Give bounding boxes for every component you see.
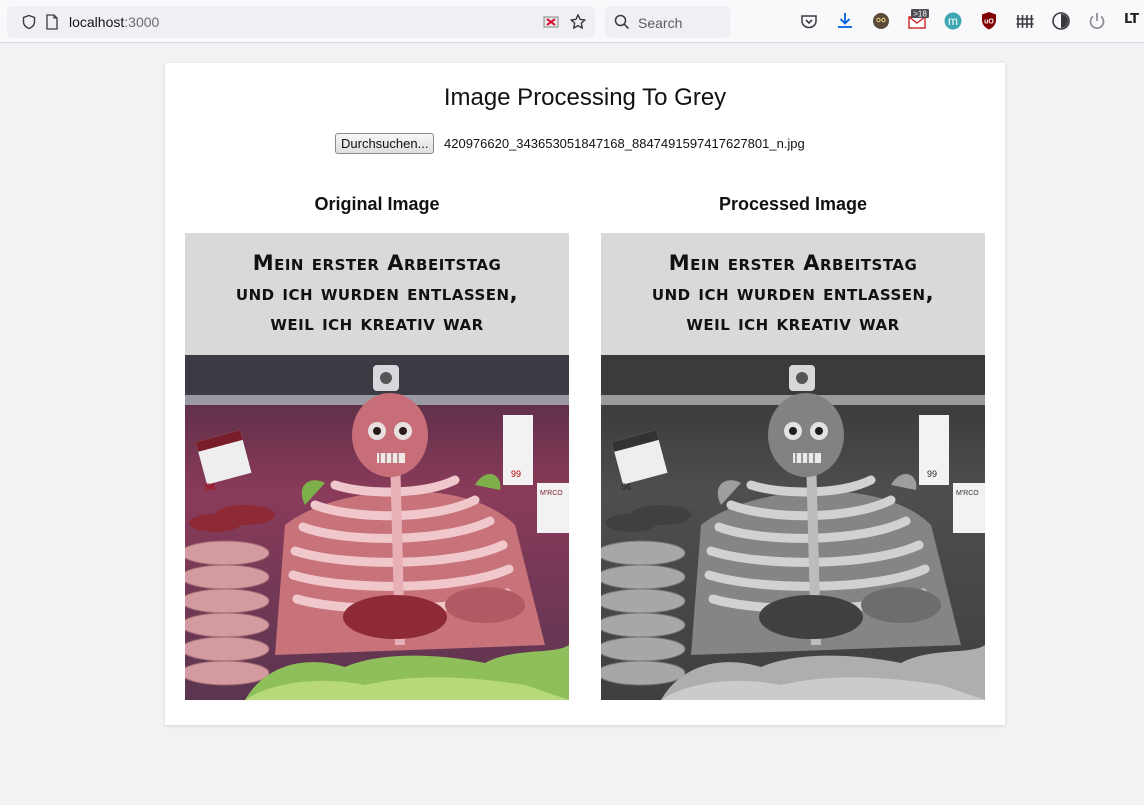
meme-caption-area-processed: Mein erster Arbeitstag und ich wurden en… bbox=[601, 233, 985, 355]
brand-sign: M'RCO bbox=[540, 490, 563, 497]
search-icon bbox=[614, 14, 630, 35]
page-icon bbox=[45, 14, 59, 35]
m-avatar-icon[interactable]: m bbox=[943, 11, 963, 31]
processed-image: Mein erster Arbeitstag und ich wurden en… bbox=[601, 233, 985, 700]
meme-caption-line1-processed: Mein erster Arbeitstag bbox=[668, 251, 918, 275]
original-image-heading: Original Image bbox=[314, 194, 440, 214]
fence-extension-icon[interactable] bbox=[1015, 11, 1035, 31]
url-text[interactable]: localhost:3000 bbox=[69, 14, 159, 30]
download-icon[interactable] bbox=[835, 11, 855, 31]
processed-image-heading: Processed Image bbox=[718, 194, 868, 214]
ublock-origin-icon[interactable]: uO bbox=[979, 11, 999, 31]
meme-caption-line2: und ich wurden entlassen, bbox=[235, 281, 519, 305]
selected-file-name: 420976620_343653051847168_88474915974176… bbox=[444, 136, 805, 151]
page-title: Image Processing To Grey bbox=[443, 84, 727, 111]
bookmark-star-icon[interactable] bbox=[569, 13, 587, 36]
pocket-icon[interactable] bbox=[799, 11, 819, 31]
file-input[interactable]: Durchsuchen... 420976620_343653051847168… bbox=[335, 133, 835, 155]
autoplay-blocked-icon[interactable] bbox=[543, 14, 559, 35]
privacy-badger-icon[interactable] bbox=[1051, 11, 1071, 31]
meme-caption-area: Mein erster Arbeitstag und ich wurden en… bbox=[185, 233, 569, 355]
main-card: Image Processing To Grey Durchsuchen... … bbox=[165, 63, 1005, 725]
address-bar[interactable]: localhost:3000 bbox=[7, 6, 595, 38]
age-badge-mail-icon[interactable]: >18 bbox=[907, 9, 929, 29]
browse-button[interactable]: Durchsuchen... bbox=[335, 133, 435, 154]
meme-caption-line3: weil ich kreativ war bbox=[270, 311, 484, 335]
search-bar[interactable]: Search bbox=[605, 6, 730, 38]
age-badge-text: >18 bbox=[913, 10, 927, 19]
power-icon[interactable] bbox=[1087, 11, 1107, 31]
price-tag-56-grey: 56 bbox=[621, 482, 631, 492]
original-image: Mein erster Arbeitstag und ich wurden en… bbox=[185, 233, 569, 700]
meat-counter-photo: 99 56 M'RCO bbox=[185, 355, 569, 700]
search-placeholder: Search bbox=[638, 15, 683, 31]
ublock-text: uO bbox=[984, 19, 994, 26]
avatar-letter: m bbox=[948, 14, 958, 28]
meat-counter-photo-grey: 99 56 M'RCO bbox=[601, 355, 985, 700]
shield-icon[interactable] bbox=[21, 14, 37, 35]
meme-caption-line1: Mein erster Arbeitstag bbox=[252, 251, 502, 275]
brand-sign-grey: M'RCO bbox=[956, 490, 979, 497]
meme-caption-line3-processed: weil ich kreativ war bbox=[686, 311, 900, 335]
price-tag-99: 99 bbox=[511, 469, 521, 479]
browser-toolbar: localhost:3000 Search >18 m uO LT bbox=[0, 0, 1144, 43]
languagetool-icon[interactable]: LT bbox=[1124, 12, 1144, 32]
price-tag-56: 56 bbox=[205, 482, 215, 492]
extension-owl-icon[interactable] bbox=[871, 11, 891, 31]
meme-caption-line2-processed: und ich wurden entlassen, bbox=[651, 281, 935, 305]
price-tag-99-grey: 99 bbox=[927, 469, 937, 479]
